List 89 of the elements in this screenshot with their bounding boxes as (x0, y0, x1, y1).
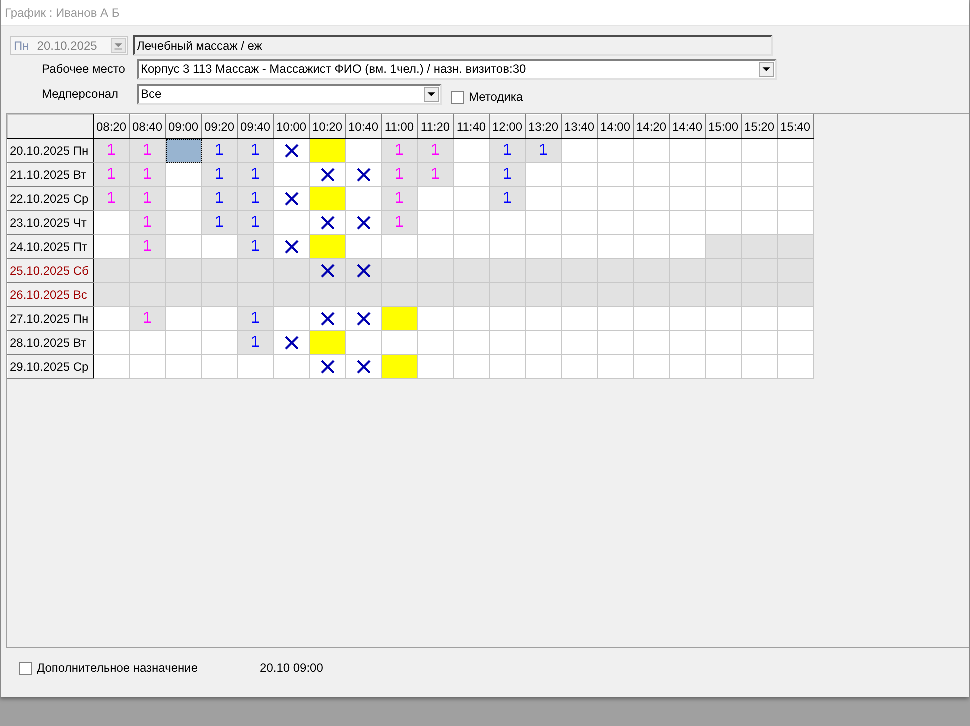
crossed-slot-cell[interactable] (310, 258, 346, 282)
cross-icon (356, 358, 372, 374)
crossed-slot-cell[interactable] (310, 306, 346, 330)
time-header: 11:00 (382, 114, 418, 138)
staff-label: Медперсонал (41, 87, 120, 101)
crossed-slot-cell[interactable] (274, 138, 310, 162)
time-header: 15:00 (706, 114, 742, 138)
extra-appointment-checkbox[interactable]: Дополнительное назначение (19, 661, 198, 675)
cross-icon (320, 214, 336, 230)
time-header: 14:00 (598, 114, 634, 138)
time-header: 10:20 (310, 114, 346, 138)
cross-icon (284, 238, 300, 254)
cross-icon (284, 334, 300, 350)
time-header: 09:00 (166, 114, 202, 138)
date-header: 27.10.2025 Пн (8, 306, 94, 330)
time-header: 09:20 (202, 114, 238, 138)
date-header: 23.10.2025 Чт (8, 210, 94, 234)
crossed-slot-cell[interactable] (310, 210, 346, 234)
time-header: 10:00 (274, 114, 310, 138)
date-header: 22.10.2025 Ср (8, 186, 94, 210)
slot-count-cell[interactable]: 1 (238, 162, 274, 186)
date-header: 29.10.2025 Ср (8, 354, 94, 378)
staff-dropdown[interactable]: Все (137, 84, 442, 104)
selected-slot-cell[interactable] (166, 138, 202, 162)
time-header: 14:40 (670, 114, 706, 138)
time-header: 15:20 (742, 114, 778, 138)
slot-count-cell[interactable]: 1 (238, 330, 274, 354)
crossed-slot-cell[interactable] (346, 306, 382, 330)
crossed-slot-cell[interactable] (274, 234, 310, 258)
cross-icon (320, 262, 336, 278)
booked-slot-cell[interactable] (310, 234, 346, 258)
time-header: 08:20 (94, 114, 130, 138)
method-checkbox[interactable]: Методика (451, 90, 524, 104)
slot-count-cell[interactable]: 1 (202, 138, 238, 162)
date-header: 21.10.2025 Вт (8, 162, 94, 186)
booked-slot-cell[interactable] (382, 306, 418, 330)
slot-count-cell[interactable]: 1 (490, 162, 526, 186)
cross-icon (356, 214, 372, 230)
time-header: 11:40 (454, 114, 490, 138)
date-header: 20.10.2025 Пн (8, 138, 94, 162)
crossed-slot-cell[interactable] (346, 354, 382, 378)
booked-slot-cell[interactable] (310, 186, 346, 210)
crossed-slot-cell[interactable] (346, 258, 382, 282)
time-header: 14:20 (634, 114, 670, 138)
cross-icon (356, 262, 372, 278)
time-header: 15:40 (778, 114, 814, 138)
slot-count-cell[interactable]: 1 (202, 210, 238, 234)
crossed-slot-cell[interactable] (346, 210, 382, 234)
date-header: 25.10.2025 Сб (8, 258, 94, 282)
cross-icon (320, 310, 336, 326)
date-header: 28.10.2025 Вт (8, 330, 94, 354)
time-header: 10:40 (346, 114, 382, 138)
slot-count-cell[interactable]: 1 (238, 186, 274, 210)
slot-count-cell[interactable]: 1 (238, 306, 274, 330)
booked-slot-cell[interactable] (310, 330, 346, 354)
service-field[interactable]: Лечебный массаж / еж (133, 35, 773, 56)
workplace-dropdown[interactable]: Корпус 3 113 Массаж - Массажист ФИО (вм. 1чел.) / назн. визитов:30 (137, 58, 777, 80)
booked-slot-cell[interactable] (382, 354, 418, 378)
time-header: 13:20 (526, 114, 562, 138)
slot-count-cell[interactable]: 1 (238, 234, 274, 258)
time-header: 11:20 (418, 114, 454, 138)
cross-icon (356, 310, 372, 326)
time-header: 09:40 (238, 114, 274, 138)
slot-count-cell[interactable]: 1 (238, 210, 274, 234)
booked-slot-cell[interactable] (310, 138, 346, 162)
crossed-slot-cell[interactable] (274, 186, 310, 210)
crossed-slot-cell[interactable] (346, 162, 382, 186)
cross-icon (284, 142, 300, 158)
cross-icon (356, 166, 372, 182)
slot-count-cell[interactable]: 1 (490, 186, 526, 210)
time-header: 12:00 (490, 114, 526, 138)
cross-icon (284, 190, 300, 206)
window-title: График : Иванов А Б (5, 6, 120, 20)
selected-slot-text: 20.10 09:00 (260, 661, 324, 675)
crossed-slot-cell[interactable] (274, 330, 310, 354)
slot-count-cell[interactable]: 1 (238, 138, 274, 162)
time-header: 13:40 (562, 114, 598, 138)
slot-count-cell[interactable]: 1 (202, 162, 238, 186)
cross-icon (320, 358, 336, 374)
slot-count-cell[interactable]: 1 (490, 138, 526, 162)
date-header: 24.10.2025 Пт (8, 234, 94, 258)
time-header: 08:40 (130, 114, 166, 138)
slot-count-cell[interactable]: 1 (526, 138, 562, 162)
date-header: 26.10.2025 Вс (8, 282, 94, 306)
slot-count-cell[interactable]: 1 (202, 186, 238, 210)
cross-icon (320, 166, 336, 182)
workplace-label: Рабочее место (41, 62, 126, 76)
crossed-slot-cell[interactable] (310, 354, 346, 378)
crossed-slot-cell[interactable] (310, 162, 346, 186)
